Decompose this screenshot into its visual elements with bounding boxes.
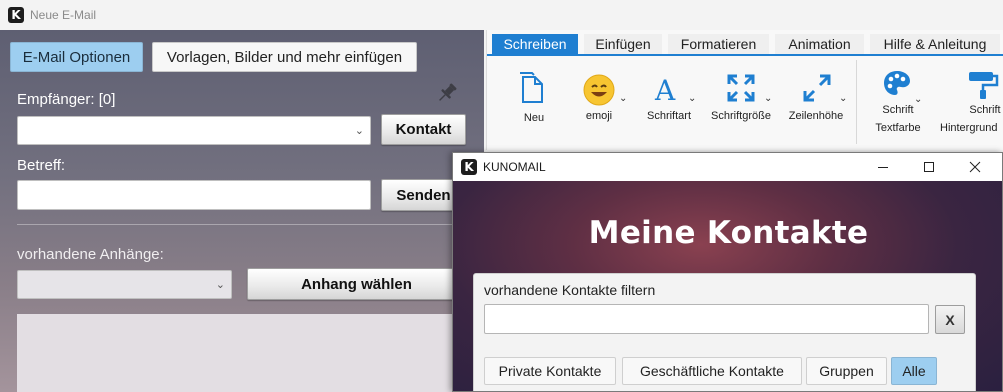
ribbon-separator	[856, 60, 857, 144]
pin-icon[interactable]	[434, 80, 460, 106]
emoji-label: emoji	[585, 110, 613, 122]
tab-templates-images[interactable]: Vorlagen, Bilder und mehr einfügen	[152, 42, 417, 72]
subject-label: Betreff:	[17, 157, 66, 174]
chevron-down-icon: ⌄	[619, 93, 628, 104]
tab-einfuegen[interactable]: Einfügen	[584, 34, 662, 54]
palette-icon	[884, 71, 910, 95]
window-title: Neue E-Mail	[30, 8, 97, 22]
minimize-button[interactable]	[860, 153, 906, 181]
tab-email-options[interactable]: E-Mail Optionen	[10, 42, 143, 72]
maximize-button[interactable]	[906, 153, 952, 181]
recipients-label: Empfänger: [0]	[17, 91, 116, 108]
background-color-label-line2: Hintergrund	[940, 122, 998, 134]
minimize-icon	[878, 167, 888, 168]
dialog-heading: Meine Kontakte	[588, 215, 869, 251]
font-size-icon	[727, 74, 755, 102]
close-icon	[969, 161, 981, 173]
dialog-title: KUNOMAIL	[483, 160, 546, 174]
new-document-icon	[520, 72, 543, 103]
font-icon: A	[654, 74, 676, 104]
font-size-button[interactable]: ⌄ Schriftgröße	[709, 56, 777, 146]
tab-groups[interactable]: Gruppen	[806, 357, 887, 385]
filter-label: vorhandene Kontakte filtern	[484, 282, 656, 298]
subject-input[interactable]	[17, 180, 371, 210]
background-color-button[interactable]: Schrift Hintergrund	[937, 56, 1003, 146]
contact-button[interactable]: Kontakt	[381, 114, 466, 145]
line-height-button[interactable]: ⌄ Zeilenhöhe	[783, 56, 849, 146]
app-logo-icon: K	[461, 159, 477, 175]
text-color-label-line1: Schrift	[882, 104, 914, 116]
contacts-dialog: K KUNOMAIL Meine Kontakte vorhandene Kon…	[452, 152, 1003, 392]
tab-formatieren[interactable]: Formatieren	[668, 34, 769, 54]
dialog-body: Meine Kontakte vorhandene Kontakte filte…	[453, 181, 1002, 391]
contact-filter-panel: vorhandene Kontakte filtern X Private Ko…	[473, 273, 976, 391]
recipients-count: [0]	[98, 91, 116, 108]
tab-all[interactable]: Alle	[891, 357, 937, 385]
dialog-titlebar[interactable]: K KUNOMAIL	[453, 153, 1002, 181]
chevron-down-icon: ⌄	[688, 93, 697, 104]
ribbon-toolbar: Schreiben Einfügen Formatieren Animation…	[486, 30, 1003, 150]
new-button[interactable]: Neu	[507, 56, 561, 146]
emoji-icon	[583, 74, 615, 106]
paint-roller-icon	[969, 72, 999, 99]
background-color-label-line1: Schrift	[969, 104, 1001, 116]
tab-business-contacts[interactable]: Geschäftliche Kontakte	[622, 357, 802, 385]
clear-filter-button[interactable]: X	[935, 305, 965, 334]
svg-text:A: A	[654, 74, 676, 104]
chevron-down-icon: ⌄	[354, 123, 364, 137]
text-color-label-line2: Textfarbe	[875, 122, 921, 134]
divider	[17, 224, 467, 225]
attachments-label: vorhandene Anhänge:	[17, 246, 164, 263]
tab-schreiben[interactable]: Schreiben	[492, 34, 578, 54]
tab-hilfe-anleitung[interactable]: Hilfe & Anleitung	[870, 34, 1000, 54]
emoji-button[interactable]: ⌄ emoji	[577, 56, 635, 146]
message-body-area[interactable]	[17, 314, 467, 392]
font-size-label: Schriftgröße	[711, 110, 771, 122]
chevron-down-icon: ⌄	[839, 93, 848, 104]
maximize-icon	[924, 162, 934, 172]
window-titlebar[interactable]: K Neue E-Mail	[0, 0, 1003, 30]
new-label: Neu	[523, 112, 545, 124]
app-logo-icon: K	[8, 7, 24, 23]
attachments-select[interactable]: ⌄	[17, 270, 232, 299]
line-height-icon	[803, 74, 831, 102]
close-button[interactable]	[952, 153, 998, 181]
tab-animation[interactable]: Animation	[775, 34, 864, 54]
email-options-pane: E-Mail Optionen Vorlagen, Bilder und meh…	[0, 30, 484, 392]
text-color-button[interactable]: ⌄ Schrift Textfarbe	[867, 56, 925, 146]
filter-input[interactable]	[484, 304, 929, 334]
tab-private-contacts[interactable]: Private Kontakte	[484, 357, 616, 385]
attach-file-button[interactable]: Anhang wählen	[247, 268, 466, 300]
chevron-down-icon: ⌄	[215, 277, 225, 291]
recipient-select[interactable]: ⌄	[17, 116, 371, 145]
chevron-down-icon: ⌄	[764, 93, 773, 104]
font-label: Schriftart	[646, 110, 691, 122]
font-button[interactable]: A ⌄ Schriftart	[643, 56, 703, 146]
line-height-label: Zeilenhöhe	[788, 110, 844, 122]
